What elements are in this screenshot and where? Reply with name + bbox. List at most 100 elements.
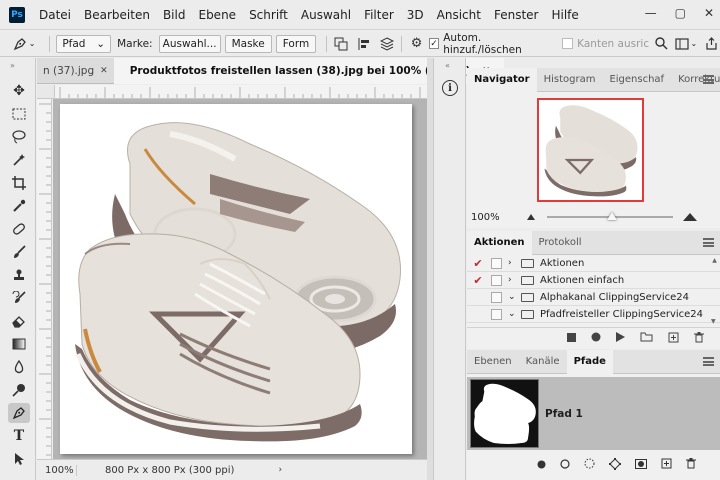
pen-tool-preset-icon[interactable]: [12, 35, 29, 53]
chevron-down-icon[interactable]: ⌄: [508, 292, 516, 302]
new-path-icon[interactable]: [661, 458, 672, 472]
tab-paths[interactable]: Pfade: [566, 349, 613, 374]
horizontal-ruler[interactable]: [55, 85, 427, 99]
action-set-row[interactable]: ✔ › Aktionen einfach: [467, 272, 720, 289]
chevron-down-icon[interactable]: ⌄: [691, 39, 698, 48]
menu-schrift[interactable]: Schrift: [249, 8, 288, 22]
dialog-toggle-icon[interactable]: [491, 274, 502, 286]
actions-scrollbar[interactable]: ▲ ▼: [711, 257, 718, 325]
dialog-toggle-icon[interactable]: [491, 308, 502, 320]
panel-menu-icon[interactable]: [703, 238, 714, 247]
photoshop-logo[interactable]: Ps: [9, 6, 25, 23]
action-set-row[interactable]: ⌄ Pfadfreisteller ClippingService24: [467, 306, 720, 323]
menu-ebene[interactable]: Ebene: [198, 8, 236, 22]
history-brush-tool-icon[interactable]: [8, 288, 30, 308]
load-selection-icon[interactable]: [584, 458, 595, 472]
new-action-icon[interactable]: [668, 332, 679, 346]
blur-tool-icon[interactable]: [8, 357, 30, 377]
vertical-ruler[interactable]: [37, 99, 52, 459]
close-icon[interactable]: ✕: [704, 6, 714, 20]
chevron-right-icon[interactable]: ›: [508, 258, 516, 268]
minimize-icon[interactable]: —: [645, 6, 657, 20]
tab-channels[interactable]: Kanäle: [519, 350, 567, 374]
make-work-path-icon[interactable]: [609, 457, 621, 473]
move-tool-icon[interactable]: ✥: [8, 81, 30, 101]
share-icon[interactable]: [703, 35, 720, 53]
eyedropper-tool-icon[interactable]: [8, 196, 30, 216]
mode-select[interactable]: Pfad ⌄: [56, 34, 112, 53]
expand-panels-icon[interactable]: «: [445, 61, 450, 70]
new-set-icon[interactable]: [640, 332, 653, 345]
gradient-tool-icon[interactable]: [8, 334, 30, 354]
dialog-toggle-icon[interactable]: [491, 257, 502, 269]
gear-icon[interactable]: ⚙: [408, 35, 425, 53]
add-mask-icon[interactable]: [635, 458, 647, 472]
crop-tool-icon[interactable]: [8, 173, 30, 193]
chevron-down-icon[interactable]: ⌄: [508, 309, 516, 319]
lasso-tool-icon[interactable]: [8, 127, 30, 147]
zoom-in-icon[interactable]: [683, 213, 697, 221]
maximize-icon[interactable]: ▢: [675, 6, 686, 20]
menu-hilfe[interactable]: Hilfe: [551, 8, 578, 22]
zoom-slider[interactable]: [547, 212, 673, 220]
path-arrangement-icon[interactable]: [379, 35, 396, 53]
path-operations-icon[interactable]: [333, 35, 350, 53]
scroll-down-icon[interactable]: ▼: [711, 318, 716, 325]
ruler-origin[interactable]: [37, 85, 55, 99]
align-edges-checkbox[interactable]: Kanten ausric: [562, 38, 649, 50]
navigator-zoom-value[interactable]: 100%: [471, 212, 511, 223]
menu-fenster[interactable]: Fenster: [494, 8, 539, 22]
trash-icon[interactable]: [694, 331, 704, 346]
menu-ansicht[interactable]: Ansicht: [437, 8, 481, 22]
trash-icon[interactable]: [686, 458, 696, 472]
brush-tool-icon[interactable]: [8, 242, 30, 262]
type-tool-icon[interactable]: T: [8, 426, 30, 446]
panel-menu-icon[interactable]: [703, 75, 714, 84]
stroke-path-icon[interactable]: [560, 458, 570, 472]
mask-button[interactable]: Maske: [224, 34, 272, 53]
pen-tool-icon[interactable]: [8, 403, 30, 423]
info-icon[interactable]: i: [442, 80, 458, 96]
menu-bild[interactable]: Bild: [163, 8, 186, 22]
chevron-right-icon[interactable]: ›: [508, 275, 516, 285]
tab-properties[interactable]: Eigenschaf: [602, 68, 671, 92]
close-icon[interactable]: ✕: [100, 66, 108, 76]
zoom-level[interactable]: 100%: [37, 464, 77, 476]
zoom-out-icon[interactable]: [527, 214, 535, 220]
checkmark-icon[interactable]: ✔: [471, 274, 485, 287]
panel-menu-icon[interactable]: [703, 357, 714, 366]
path-alignment-icon[interactable]: [356, 35, 373, 53]
tab-navigator[interactable]: Navigator: [467, 67, 537, 92]
zoom-slider-thumb[interactable]: [607, 212, 617, 220]
menu-bearbeiten[interactable]: Bearbeiten: [84, 8, 150, 22]
search-icon[interactable]: [653, 35, 670, 53]
eraser-tool-icon[interactable]: [8, 311, 30, 331]
menu-auswahl[interactable]: Auswahl: [301, 8, 351, 22]
navigator-preview[interactable]: [537, 98, 644, 202]
collapse-toolbar-icon[interactable]: »: [10, 61, 15, 70]
play-icon[interactable]: [616, 332, 625, 345]
workspace-icon[interactable]: [674, 35, 691, 53]
chevron-down-icon[interactable]: ⌄: [29, 39, 36, 48]
dialog-toggle-icon[interactable]: [491, 291, 502, 303]
auto-add-delete-checkbox[interactable]: ✓ Autom. hinzuf./löschen: [428, 32, 554, 56]
action-set-row[interactable]: ✔ › Aktionen: [467, 255, 720, 272]
path-row[interactable]: Pfad 1: [467, 377, 720, 450]
tab-history[interactable]: Protokoll: [532, 231, 589, 255]
menu-3d[interactable]: 3D: [407, 8, 424, 22]
marquee-tool-icon[interactable]: [8, 104, 30, 124]
path-selection-tool-icon[interactable]: [8, 449, 30, 469]
menu-filter[interactable]: Filter: [364, 8, 394, 22]
checkmark-icon[interactable]: ✔: [471, 257, 485, 270]
tab-actions[interactable]: Aktionen: [467, 230, 532, 255]
selection-button[interactable]: Auswahl...: [158, 34, 221, 53]
healing-brush-tool-icon[interactable]: [8, 219, 30, 239]
tab-histogram[interactable]: Histogram: [537, 68, 603, 92]
action-set-row[interactable]: ⌄ Alphakanal ClippingService24: [467, 289, 720, 306]
scroll-up-icon[interactable]: ▲: [711, 257, 718, 264]
document-canvas[interactable]: [60, 104, 412, 454]
menu-datei[interactable]: Datei: [39, 8, 71, 22]
chevron-right-icon[interactable]: ›: [278, 465, 282, 475]
tab-document-37[interactable]: n (37).jpg ✕: [37, 58, 114, 84]
record-icon[interactable]: [591, 332, 601, 345]
